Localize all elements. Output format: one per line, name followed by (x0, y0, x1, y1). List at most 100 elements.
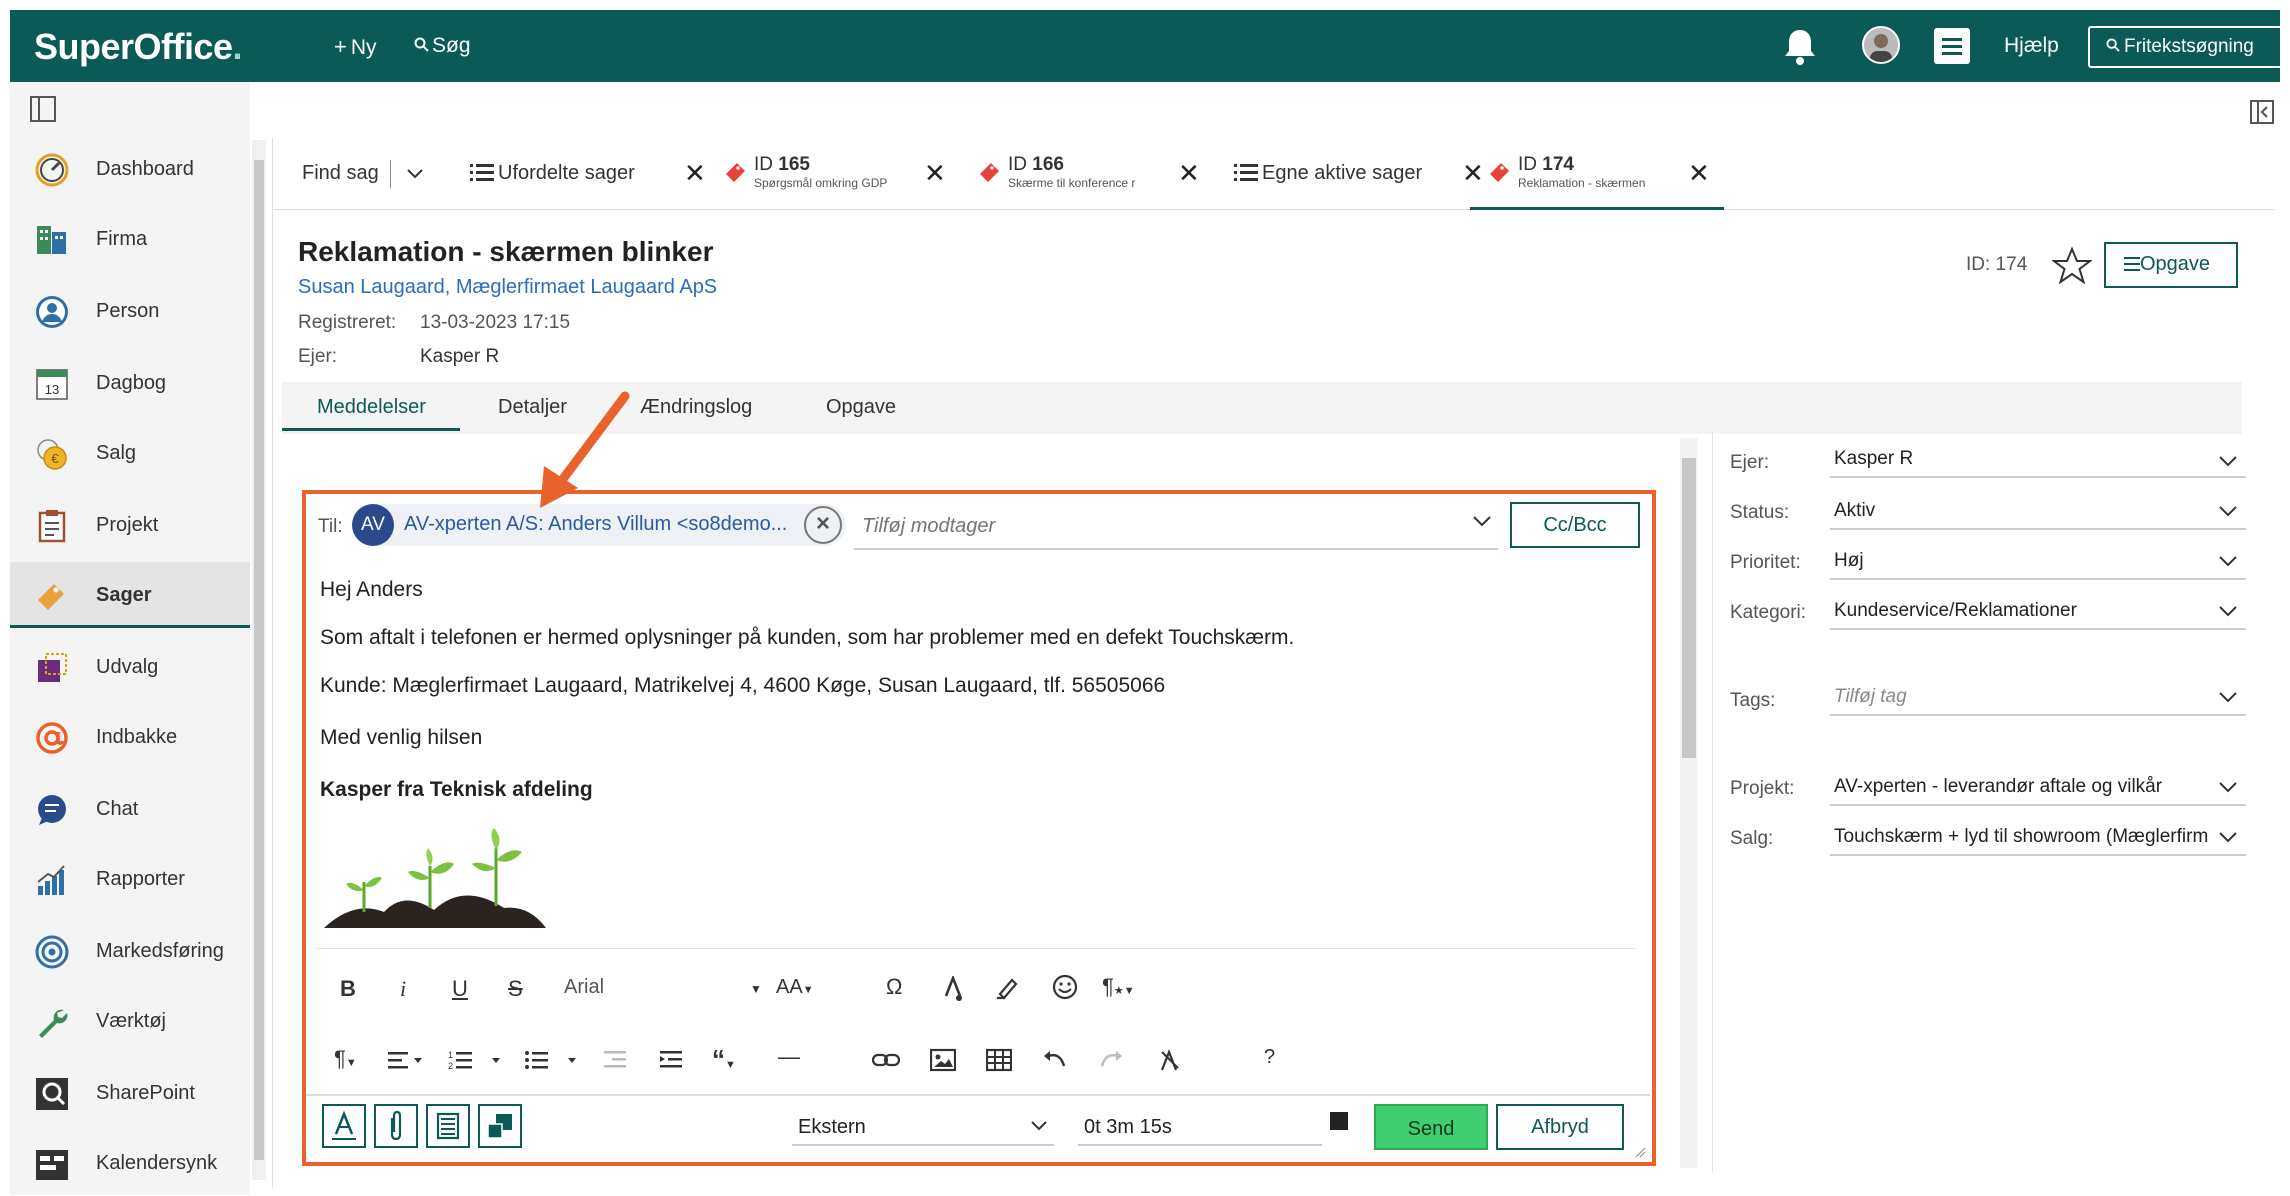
owner-select[interactable]: Kasper R (1830, 442, 2246, 478)
indent-icon[interactable] (660, 1048, 684, 1072)
strikethrough-button[interactable]: S (508, 976, 523, 1002)
chevron-down-icon[interactable] (2218, 690, 2238, 704)
help-button[interactable]: ? (1264, 1046, 1275, 1069)
paragraph-format-button[interactable]: ¶★▼ (1102, 974, 1135, 1000)
cancel-button[interactable]: Afbryd (1496, 1104, 1624, 1150)
sidebar-item-salg[interactable]: € Salg (10, 420, 250, 486)
tab-case-174[interactable]: ID 174 Reklamation - skærmen ✕ (1470, 140, 1724, 210)
emoji-icon[interactable] (1052, 974, 1078, 1000)
sidebar-item-person[interactable]: Person (10, 278, 250, 344)
sidebar-item-projekt[interactable]: Projekt (10, 492, 250, 558)
chevron-down-icon[interactable] (2218, 554, 2238, 568)
chevron-down-icon[interactable] (2218, 780, 2238, 794)
tab-opgave[interactable]: Opgave (826, 396, 896, 419)
underline-button[interactable]: U (452, 976, 468, 1002)
opgave-button[interactable]: Opgave (2104, 242, 2238, 288)
help-link[interactable]: Hjælp (2004, 34, 2059, 58)
paragraph-style-button[interactable]: ¶▼ (334, 1046, 357, 1072)
user-avatar[interactable] (1862, 26, 1900, 64)
sidebar-item-dashboard[interactable]: Dashboard (10, 136, 250, 202)
add-recipient-input[interactable] (854, 504, 1498, 550)
chevron-down-icon[interactable] (2218, 504, 2238, 518)
message-greeting[interactable]: Hej Anders (320, 578, 423, 602)
link-icon[interactable] (872, 1050, 900, 1070)
tags-input[interactable]: Tilføj tag (1830, 680, 2246, 716)
sidebar-item-udvalg[interactable]: Udvalg (10, 634, 250, 700)
tab-egne-aktive-sager[interactable]: Egne aktive sager ✕ (1234, 140, 1484, 210)
resize-handle-icon[interactable] (1634, 1146, 1646, 1158)
sidebar-item-markedsforing[interactable]: Markedsføring (10, 918, 250, 984)
search-button[interactable]: Søg (414, 34, 471, 58)
send-button[interactable]: Send (1374, 1104, 1488, 1150)
clear-formatting-icon[interactable] (1158, 1048, 1182, 1072)
tab-case-166[interactable]: ID 166 Skærme til konference r ✕ (978, 140, 1218, 210)
text-color-icon[interactable] (942, 976, 964, 1002)
image-icon[interactable] (930, 1048, 956, 1072)
quote-button[interactable]: “▼ (712, 1044, 736, 1075)
message-closing[interactable]: Med venlig hilsen (320, 726, 482, 750)
chevron-down-icon[interactable] (406, 168, 424, 180)
format-toggle-button[interactable] (322, 1104, 366, 1148)
outdent-icon[interactable] (604, 1048, 628, 1072)
editor-scrollbar[interactable] (1680, 438, 1698, 1168)
message-line[interactable]: Som aftalt i telefonen er hermed oplysni… (320, 626, 1294, 650)
sidebar-item-indbakke[interactable]: Indbakke (10, 704, 250, 770)
sidebar-item-rapporter[interactable]: Rapporter (10, 846, 250, 912)
sidebar-item-chat[interactable]: Chat (10, 776, 250, 842)
ordered-list-icon[interactable]: 12 (448, 1048, 508, 1072)
align-icon[interactable] (388, 1050, 424, 1072)
freetext-search-button[interactable]: Fritekstsøgning (2088, 26, 2286, 68)
superoffice-logo[interactable]: SuperOffice. (34, 26, 243, 68)
sidebar-item-dagbog[interactable]: 13 Dagbog (10, 350, 250, 416)
sidebar-item-sager[interactable]: Sager (10, 562, 250, 628)
status-select[interactable]: Aktiv (1830, 494, 2246, 530)
expand-panel-icon[interactable] (2250, 100, 2274, 124)
chevron-down-icon[interactable] (1472, 514, 1492, 528)
visibility-select[interactable]: Ekstern (792, 1108, 1054, 1146)
sidebar-item-kalendersynk[interactable]: Kalendersynk (10, 1130, 250, 1196)
message-signature[interactable]: Kasper fra Teknisk afdeling (320, 778, 593, 802)
sidebar-item-firma[interactable]: Firma (10, 206, 250, 272)
remove-recipient-icon[interactable]: × (804, 506, 842, 544)
time-spent-field[interactable]: 0t 3m 15s (1078, 1108, 1322, 1146)
font-family-dropdown-icon[interactable]: ▼ (750, 982, 762, 996)
star-icon[interactable] (2052, 246, 2092, 286)
sidebar-scrollbar[interactable] (252, 140, 266, 1180)
chevron-down-icon[interactable] (2218, 830, 2238, 844)
message-line[interactable]: Kunde: Mæglerfirmaet Laugaard, Matrikelv… (320, 674, 1165, 698)
bullet-list-icon[interactable] (524, 1048, 584, 1072)
tab-meddelelser[interactable]: Meddelelser (317, 396, 426, 419)
sidebar-item-vaerktoj[interactable]: Værktøj (10, 988, 250, 1054)
bold-button[interactable]: B (340, 976, 356, 1002)
category-select[interactable]: Kundeservice/Reklamationer (1830, 594, 2246, 630)
bell-icon[interactable] (1782, 26, 1818, 66)
close-icon[interactable]: ✕ (1688, 158, 1710, 189)
tab-aendringslog[interactable]: Ændringslog (640, 396, 752, 419)
sidebar-item-sharepoint[interactable]: SharePoint (10, 1060, 250, 1126)
priority-select[interactable]: Høj (1830, 544, 2246, 580)
new-button[interactable]: + Ny (334, 34, 377, 60)
highlighter-icon[interactable] (994, 974, 1020, 1000)
undo-icon[interactable] (1042, 1050, 1068, 1070)
stop-timer-icon[interactable] (1330, 1112, 1348, 1130)
font-family-select[interactable]: Arial (564, 976, 604, 999)
tab-ufordelte-sager[interactable]: Ufordelte sager ✕ (470, 140, 710, 210)
expand-editor-button[interactable] (478, 1104, 522, 1148)
collapse-sidebar-icon[interactable] (30, 96, 56, 122)
table-icon[interactable] (986, 1048, 1012, 1072)
find-case-tab[interactable]: Find sag (302, 140, 424, 210)
close-icon[interactable]: ✕ (924, 158, 946, 189)
close-icon[interactable]: ✕ (1178, 158, 1200, 189)
attach-button[interactable] (374, 1104, 418, 1148)
font-size-button[interactable]: AA▼ (776, 976, 814, 999)
chevron-down-icon[interactable] (2218, 454, 2238, 468)
cc-bcc-button[interactable]: Cc/Bcc (1510, 502, 1640, 548)
template-button[interactable] (426, 1104, 470, 1148)
special-character-button[interactable]: Ω (886, 974, 902, 1000)
contact-link[interactable]: Susan Laugaard, Mæglerfirmaet Laugaard A… (298, 276, 717, 299)
sale-select[interactable]: Touchskærm + lyd til showroom (Mæglerfir… (1830, 820, 2246, 856)
close-icon[interactable]: ✕ (684, 158, 706, 189)
menu-icon[interactable] (1934, 28, 1970, 64)
italic-button[interactable]: i (400, 976, 406, 1002)
horizontal-line-button[interactable]: — (778, 1044, 800, 1070)
